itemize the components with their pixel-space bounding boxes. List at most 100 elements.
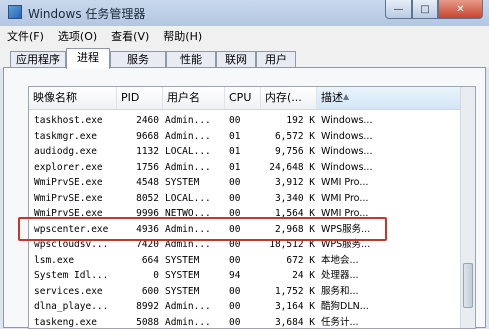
window-controls: — □ ✕ xyxy=(385,0,483,20)
row-memory: 6,572 K xyxy=(263,129,315,144)
row-pid: 5088 xyxy=(119,315,159,329)
row-pid: 4548 xyxy=(119,175,159,190)
row-user-name: Admin... xyxy=(165,315,223,329)
row-description: 任务计... xyxy=(321,315,461,329)
tab-processes[interactable]: 进程 xyxy=(66,48,110,69)
row-cpu: 94 xyxy=(229,268,257,283)
table-row[interactable]: WmiPrvSE.exe4548SYSTEM003,912 KWMI Pro..… xyxy=(29,175,475,190)
row-description: 服务和... xyxy=(321,284,461,299)
row-image-name: dlna_playe... xyxy=(34,299,118,314)
table-row[interactable]: audiodg.exe1132 LOCAL... 01 9,756 K Windows.… xyxy=(29,144,475,159)
row-user-name: Admin... xyxy=(165,299,223,314)
row-cpu: 00 xyxy=(229,299,257,314)
row-pid: 1132 xyxy=(119,144,159,159)
table-row[interactable]: dlna_playe...8992Admin...003,164 K酷狗DLN.… xyxy=(29,299,475,314)
row-cpu: 01 xyxy=(229,160,257,175)
row-image-name: taskmgr.exe xyxy=(34,129,118,144)
row-image-name: explorer.exe xyxy=(34,160,118,175)
row-pid: 0 xyxy=(119,268,159,283)
tab-performance[interactable]: 性能 xyxy=(166,51,216,68)
row-memory: 3,684 K xyxy=(263,315,315,329)
row-pid: 664 xyxy=(119,253,159,268)
row-image-name: System Idl... xyxy=(34,268,118,283)
row-user-name: Admin... xyxy=(165,113,223,128)
row-image-name: taskhost.exe xyxy=(34,113,118,128)
row-description: Windows... xyxy=(321,160,461,175)
menu-file[interactable]: 文件(F) xyxy=(0,28,51,44)
selected-row-highlight-box xyxy=(18,217,387,241)
close-button[interactable]: ✕ xyxy=(438,0,483,19)
row-cpu: 01 xyxy=(229,144,257,159)
row-pid: 2460 xyxy=(119,113,159,128)
column-image-name[interactable]: 映像名称 xyxy=(29,87,117,109)
table-row[interactable]: System Idl...0 SYSTEM 94 24 K 处理器... xyxy=(29,268,475,283)
tab-users[interactable]: 用户 xyxy=(256,51,296,68)
row-memory: 24 K xyxy=(263,268,315,283)
row-image-name: services.exe xyxy=(34,284,118,299)
table-row[interactable]: taskeng.exe5088Admin...003,684 K任务计... xyxy=(29,315,475,329)
table-row[interactable]: services.exe600 SYSTEM 00 1,752 K 服务和... xyxy=(29,284,475,299)
row-user-name: LOCAL... xyxy=(165,144,223,159)
row-memory: 1,752 K xyxy=(263,284,315,299)
minimize-button[interactable]: — xyxy=(385,0,412,19)
column-description-label: 描述 xyxy=(321,91,343,104)
column-pid[interactable]: PID xyxy=(117,87,163,109)
row-description: 酷狗DLN... xyxy=(321,299,461,314)
column-user-name[interactable]: 用户名 xyxy=(163,87,225,109)
menu-bar: 文件(F) 选项(O) 查看(V) 帮助(H) xyxy=(0,26,489,46)
row-cpu: 00 xyxy=(229,175,257,190)
row-pid: 1756 xyxy=(119,160,159,175)
row-description: 处理器... xyxy=(321,268,461,283)
table-row[interactable]: explorer.exe1756Admin...0124,648 KWindow… xyxy=(29,160,475,175)
row-memory: 192 K xyxy=(263,113,315,128)
row-memory: 3,164 K xyxy=(263,299,315,314)
row-image-name: audiodg.exe xyxy=(34,144,118,159)
menu-view[interactable]: 查看(V) xyxy=(104,28,156,44)
row-user-name: Admin... xyxy=(165,129,223,144)
row-user-name: SYSTEM xyxy=(165,268,223,283)
tab-applications[interactable]: 应用程序 xyxy=(10,51,66,68)
row-user-name: SYSTEM xyxy=(165,175,223,190)
row-memory: 9,756 K xyxy=(263,144,315,159)
title-bar: Windows 任务管理器 — □ ✕ xyxy=(0,0,489,26)
table-row[interactable]: taskhost.exe2460 Admin... 00 192 K Windows..… xyxy=(29,113,475,128)
processes-panel: 映像名称 PID 用户名 CPU 内存(... 描述 ▲ taskhost.ex… xyxy=(3,67,486,328)
table-row[interactable]: WmiPrvSE.exe8052LOCAL...003,340 KWMI Pro… xyxy=(29,191,475,206)
row-cpu: 00 xyxy=(229,191,257,206)
menu-options[interactable]: 选项(O) xyxy=(51,28,104,44)
row-user-name: SYSTEM xyxy=(165,253,223,268)
table-row[interactable]: lsm.exe664SYSTEM00672 K本地会... xyxy=(29,253,475,268)
column-headers: 映像名称 PID 用户名 CPU 内存(... 描述 ▲ xyxy=(29,87,475,110)
row-cpu: 00 xyxy=(229,284,257,299)
maximize-button[interactable]: □ xyxy=(412,0,438,19)
row-description: Windows... xyxy=(321,144,461,159)
menu-help[interactable]: 帮助(H) xyxy=(156,28,209,44)
process-list[interactable]: 映像名称 PID 用户名 CPU 内存(... 描述 ▲ taskhost.ex… xyxy=(28,86,476,329)
row-cpu: 00 xyxy=(229,315,257,329)
row-memory: 672 K xyxy=(263,253,315,268)
tab-networking[interactable]: 联网 xyxy=(216,51,256,68)
row-cpu: 00 xyxy=(229,253,257,268)
row-image-name: WmiPrvSE.exe xyxy=(34,191,118,206)
column-description[interactable]: 描述 ▲ xyxy=(317,87,462,109)
tab-services[interactable]: 服务 xyxy=(110,51,166,68)
column-cpu[interactable]: CPU xyxy=(225,87,261,109)
row-user-name: SYSTEM xyxy=(165,284,223,299)
row-description: WMI Pro... xyxy=(321,175,461,190)
sort-ascending-icon: ▲ xyxy=(343,87,349,108)
scrollbar-thumb[interactable] xyxy=(463,263,473,308)
row-pid: 9668 xyxy=(119,129,159,144)
column-memory[interactable]: 内存(... xyxy=(261,87,317,109)
row-pid: 600 xyxy=(119,284,159,299)
row-description: Windows... xyxy=(321,129,461,144)
row-memory: 24,648 K xyxy=(263,160,315,175)
row-pid: 8052 xyxy=(119,191,159,206)
table-row[interactable]: taskmgr.exe9668 Admin... 01 6,572 K Windows.… xyxy=(29,129,475,144)
vertical-scrollbar[interactable] xyxy=(460,87,475,328)
row-cpu: 01 xyxy=(229,129,257,144)
window-title: Windows 任务管理器 xyxy=(28,5,145,22)
row-description: Windows... xyxy=(321,113,461,128)
row-memory: 3,912 K xyxy=(263,175,315,190)
row-cpu: 00 xyxy=(229,113,257,128)
task-manager-icon xyxy=(8,5,22,19)
